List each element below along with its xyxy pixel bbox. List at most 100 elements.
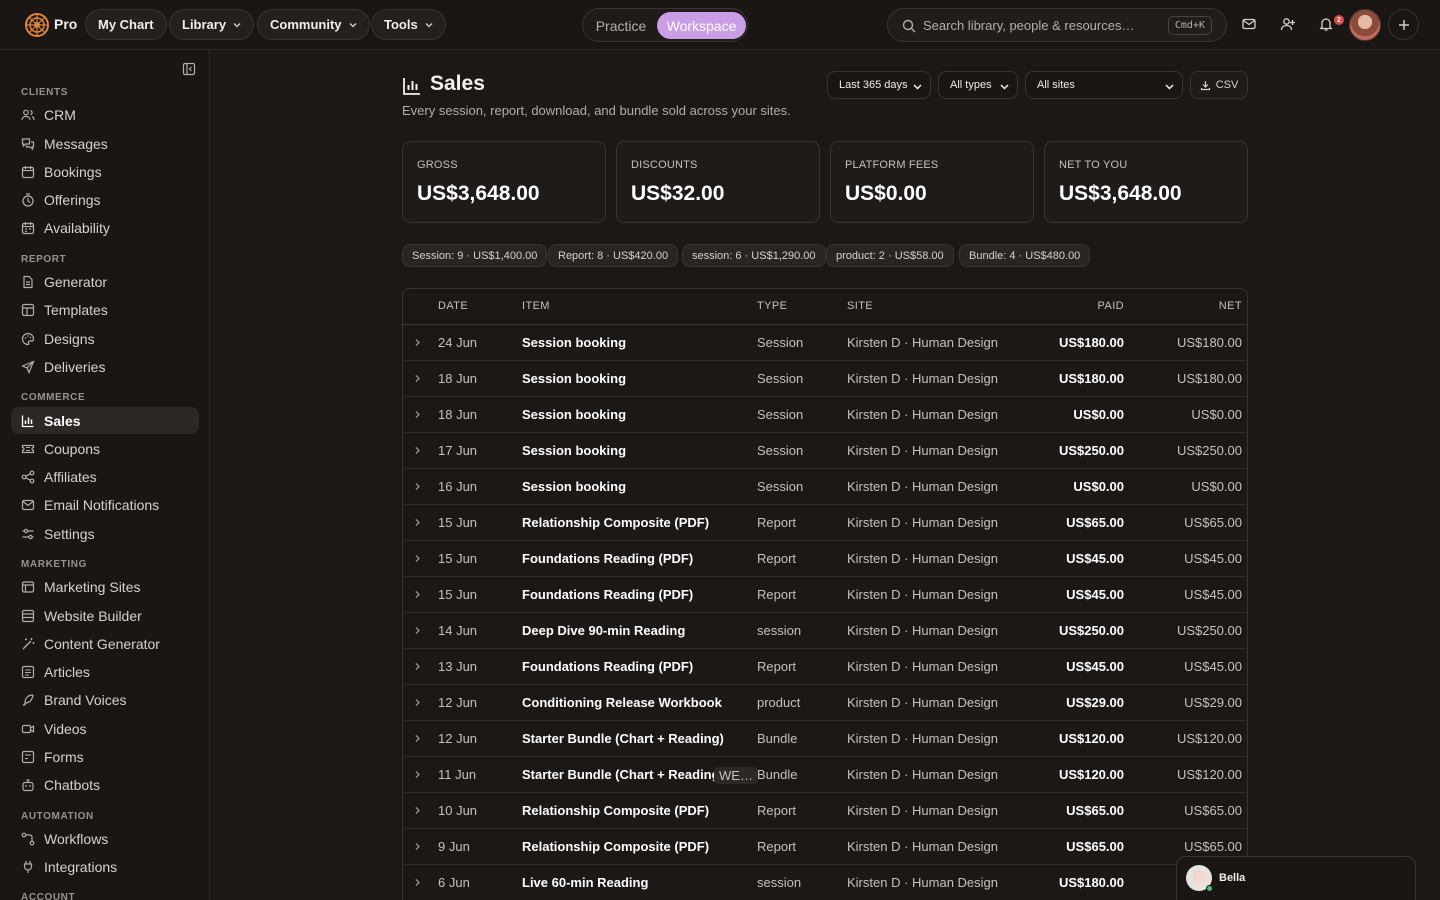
chevron-right-icon[interactable] <box>413 842 422 851</box>
sidebar-item-generator[interactable]: Generator <box>11 268 199 295</box>
sidebar-collapse-icon[interactable] <box>182 62 196 76</box>
nav-my-chart[interactable]: My Chart <box>85 9 167 40</box>
sidebar-item-messages[interactable]: Messages <box>11 130 199 157</box>
chevron-right-icon[interactable] <box>413 482 422 491</box>
sidebar-item-workflows[interactable]: Workflows <box>11 825 199 852</box>
table-row[interactable]: 15 Jun Foundations Reading (PDF) Report Kir… <box>403 577 1247 613</box>
table-row[interactable]: 14 Jun Deep Dive 90-min Reading session Kir… <box>403 613 1247 649</box>
sidebar-item-email-notifications[interactable]: Email Notifications <box>11 491 199 518</box>
add-user-icon[interactable] <box>1280 16 1296 32</box>
sidebar-item-articles[interactable]: Articles <box>11 658 199 685</box>
table-row[interactable]: 17 Jun Session booking Session Kirsten D · … <box>403 433 1247 469</box>
column-header-paid[interactable]: PAID <box>1098 300 1124 312</box>
table-row[interactable]: 15 Jun Relationship Composite (PDF) Report… <box>403 505 1247 541</box>
chevron-right-icon[interactable] <box>413 878 422 887</box>
sidebar-item-integrations[interactable]: Integrations <box>11 853 199 880</box>
sidebar-item-content-generator[interactable]: Content Generator <box>11 630 199 657</box>
sidebar-item-sales[interactable]: Sales <box>11 407 199 434</box>
chevron-right-icon[interactable] <box>413 770 422 779</box>
practice-toggle[interactable]: Practice <box>587 12 655 39</box>
table-row[interactable]: 13 Jun Foundations Reading (PDF) Report Kir… <box>403 649 1247 685</box>
chevron-right-icon[interactable] <box>413 698 422 707</box>
table-row[interactable]: 10 Jun Relationship Composite (PDF) Report… <box>403 793 1247 829</box>
cell-date: 15 Jun <box>438 515 478 530</box>
column-header-type[interactable]: TYPE <box>757 300 787 312</box>
section-commerce: COMMERCE <box>21 392 86 403</box>
column-header-item[interactable]: ITEM <box>522 300 550 312</box>
search-input[interactable]: Search library, people & resources… Cmd+… <box>887 8 1227 42</box>
date-range-select[interactable]: Last 365 days <box>827 71 931 99</box>
cell-paid: US$65.00 <box>1066 839 1124 854</box>
nav-library[interactable]: Library <box>169 9 255 40</box>
table-row[interactable]: 18 Jun Session booking Session Kirsten D · … <box>403 397 1247 433</box>
nav-tools[interactable]: Tools <box>371 9 446 40</box>
chevron-right-icon[interactable] <box>413 590 422 599</box>
cell-net: US$180.00 <box>1176 371 1242 386</box>
nav-community[interactable]: Community <box>257 9 370 40</box>
article-icon <box>21 665 35 678</box>
sidebar-item-brand-voices[interactable]: Brand Voices <box>11 686 199 713</box>
table-row[interactable]: 12 Jun Starter Bundle (Chart + Reading) Bu… <box>403 721 1247 757</box>
sidebar-item-website-builder[interactable]: Website Builder <box>11 602 199 629</box>
mail-icon[interactable] <box>1241 16 1257 32</box>
table-row[interactable]: 15 Jun Foundations Reading (PDF) Report Kir… <box>403 541 1247 577</box>
sidebar-item-deliveries[interactable]: Deliveries <box>11 353 199 380</box>
table-row[interactable]: 11 Jun Starter Bundle (Chart + Reading) Bu… <box>403 757 1247 793</box>
table-row[interactable]: 12 Jun Conditioning Release Workbook produ… <box>403 685 1247 721</box>
cell-date: 16 Jun <box>438 479 478 494</box>
workspace-toggle[interactable]: Workspace <box>657 12 746 39</box>
table-row[interactable]: 18 Jun Session booking Session Kirsten D · … <box>403 361 1247 397</box>
logo-icon[interactable] <box>24 12 50 38</box>
sidebar-item-availability[interactable]: Availability <box>11 214 199 241</box>
sidebar-item-affiliates[interactable]: Affiliates <box>11 463 199 490</box>
chevron-right-icon[interactable] <box>413 806 422 815</box>
chevron-right-icon[interactable] <box>413 662 422 671</box>
chevron-right-icon[interactable] <box>413 446 422 455</box>
table-row[interactable]: 9 Jun Relationship Composite (PDF) Report K… <box>403 829 1247 865</box>
sidebar-item-videos[interactable]: Videos <box>11 715 199 742</box>
sidebar-item-coupons[interactable]: Coupons <box>11 435 199 462</box>
chat-widget[interactable]: Bella <box>1176 856 1416 900</box>
csv-export-button[interactable]: CSV <box>1190 71 1248 99</box>
chevron-right-icon[interactable] <box>413 554 422 563</box>
cell-paid: US$45.00 <box>1066 659 1124 674</box>
site-select[interactable]: All sites <box>1025 71 1183 99</box>
cell-site: Kirsten D · Human Design <box>847 875 998 890</box>
sidebar-item-templates[interactable]: Templates <box>11 296 199 323</box>
chevron-right-icon[interactable] <box>413 410 422 419</box>
layout-icon <box>21 609 35 622</box>
table-row[interactable]: 16 Jun Session booking Session Kirsten D · … <box>403 469 1247 505</box>
sidebar-item-crm[interactable]: CRM <box>11 101 199 128</box>
sidebar-item-designs[interactable]: Designs <box>11 325 199 352</box>
cell-net: US$180.00 <box>1176 335 1242 350</box>
table-row[interactable]: 24 Jun Session booking Session Kirsten D · … <box>403 325 1247 361</box>
cell-item: Session booking <box>522 407 627 422</box>
sidebar-item-label: Videos <box>44 720 87 737</box>
chevron-right-icon[interactable] <box>413 734 422 743</box>
sidebar-item-forms[interactable]: Forms <box>11 743 199 770</box>
sidebar-item-marketing-sites[interactable]: Marketing Sites <box>11 573 199 600</box>
sidebar-item-label: Messages <box>44 135 108 152</box>
chevron-right-icon[interactable] <box>413 626 422 635</box>
cell-paid: US$65.00 <box>1066 803 1124 818</box>
type-select[interactable]: All types <box>938 71 1018 99</box>
add-button[interactable] <box>1388 9 1419 40</box>
column-header-site[interactable]: SITE <box>847 300 873 312</box>
cell-site: Kirsten D · Human Design <box>847 803 998 818</box>
column-header-net[interactable]: NET <box>1219 300 1242 312</box>
sidebar-item-label: Website Builder <box>44 607 142 624</box>
sidebar-item-bookings[interactable]: Bookings <box>11 158 199 185</box>
chevron-right-icon[interactable] <box>413 518 422 527</box>
sidebar-item-settings[interactable]: Settings <box>11 520 199 547</box>
sidebar-item-offerings[interactable]: Offerings <box>11 186 199 213</box>
sidebar-item-chatbots[interactable]: Chatbots <box>11 771 199 798</box>
cell-item: Foundations Reading (PDF) <box>522 587 694 602</box>
cell-type: session <box>757 875 802 890</box>
column-header-date[interactable]: DATE <box>438 300 468 312</box>
bell-icon[interactable] <box>1318 16 1334 32</box>
avatar[interactable] <box>1349 9 1381 41</box>
table-row[interactable]: 6 Jun Live 60-min Reading session Kirsten D… <box>403 865 1247 900</box>
cell-paid: US$65.00 <box>1066 515 1124 530</box>
chevron-right-icon[interactable] <box>413 338 422 347</box>
chevron-right-icon[interactable] <box>413 374 422 383</box>
